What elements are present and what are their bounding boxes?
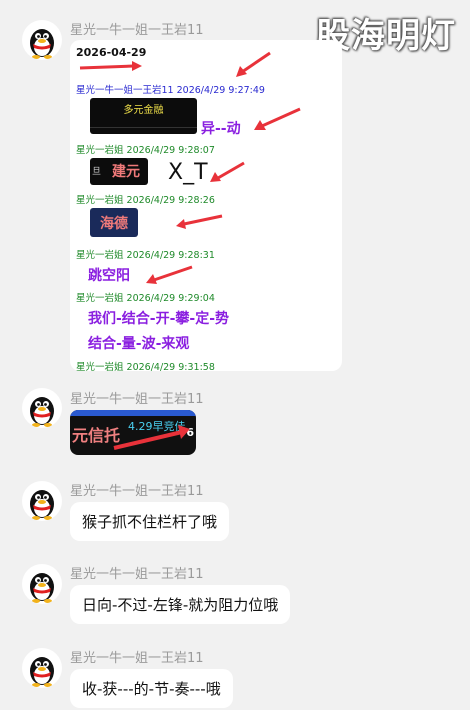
message-bubble[interactable]: 收-获---的-节-奏---哦 (70, 669, 233, 708)
message-meta: 星光一岩姐 2026/4/29 9:28:31 (76, 250, 215, 261)
annotation-tag: 异--动 (201, 121, 241, 137)
avatar[interactable] (22, 564, 62, 604)
message-meta: 星光一岩姐 2026/4/29 9:29:04 (76, 293, 215, 304)
annotation-tag: 结合-量-波-来观 (88, 336, 190, 352)
red-arrow-icon (254, 107, 301, 130)
annotation-tag: X_T (168, 160, 208, 185)
stock-image-label: 多元金融 (123, 105, 164, 116)
sender-name: 星光一牛一姐一王岩11 (70, 484, 204, 499)
stock-image-label: 建元 (112, 164, 140, 180)
stock-image[interactable]: 海德 (90, 208, 138, 237)
avatar[interactable] (22, 388, 62, 428)
message-text: 日向-不过-左锋-就为阻力位哦 (82, 596, 279, 614)
sender-name: 星光一牛一姐一王岩11 (70, 23, 204, 38)
red-arrow-icon (236, 51, 271, 77)
stock-image-side-label: 旦 (92, 167, 102, 177)
message-meta: 星光一牛一姐一王岩11 2026/4/29 9:27:49 (76, 85, 265, 96)
message-text: 收-获---的-节-奏---哦 (82, 680, 221, 698)
red-arrow-icon (176, 214, 223, 229)
message-bubble[interactable]: 日向-不过-左锋-就为阻力位哦 (70, 585, 291, 624)
message-bubble[interactable]: 猴子抓不住栏杆了哦 (70, 502, 230, 541)
stock-image[interactable]: 多元金融 (90, 98, 197, 134)
message-meta: 星光一岩姐 2026/4/29 9:28:07 (76, 145, 215, 156)
penguin-icon (30, 490, 54, 520)
red-arrow-icon (210, 161, 245, 182)
sender-name: 星光一牛一姐一王岩11 (70, 651, 204, 666)
message-text: 猴子抓不住栏杆了哦 (82, 513, 218, 531)
red-arrow-icon (146, 265, 193, 284)
penguin-icon (30, 29, 54, 59)
message-card[interactable]: 2026-04-29 星光一牛一姐一王岩11 2026/4/29 9:27:49… (70, 40, 342, 371)
avatar[interactable] (22, 20, 62, 60)
avatar[interactable] (22, 481, 62, 521)
red-arrow-icon (79, 61, 142, 71)
message-meta: 星光一岩姐 2026/4/29 9:31:58 (76, 362, 215, 371)
message-meta: 星光一岩姐 2026/4/29 9:28:26 (76, 195, 215, 206)
penguin-icon (30, 397, 54, 427)
penguin-icon (30, 657, 54, 687)
annotation-tag: 跳空阳 (88, 268, 130, 284)
card-date: 2026-04-29 (76, 46, 147, 59)
sender-name: 星光一牛一姐一王岩11 (70, 392, 204, 407)
red-arrow-icon (113, 425, 190, 450)
message-image[interactable]: 元信托 4.29早竞佳 6 (70, 410, 196, 455)
sender-name: 星光一牛一姐一王岩11 (70, 567, 204, 582)
stock-image[interactable]: 旦 建元 (90, 158, 148, 185)
stock-image-label: 海德 (100, 216, 128, 232)
avatar[interactable] (22, 648, 62, 688)
annotation-tag: 我们-结合-开-攀-定-势 (88, 311, 230, 327)
penguin-icon (30, 573, 54, 603)
